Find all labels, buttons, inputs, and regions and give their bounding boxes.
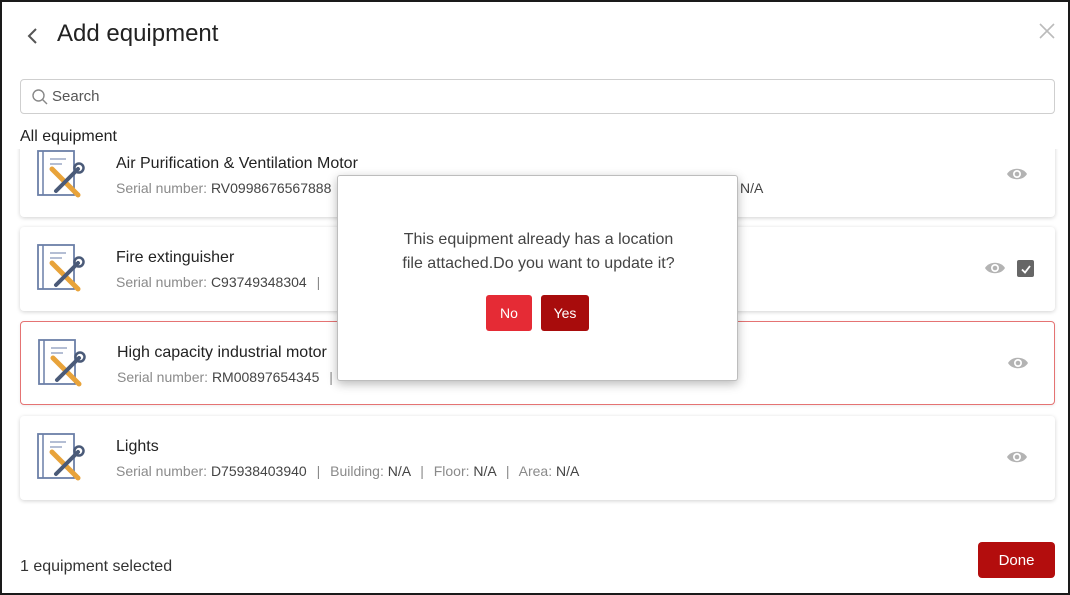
equipment-tools-icon xyxy=(34,241,86,297)
building-value: N/A xyxy=(387,463,411,479)
equipment-name: Air Purification & Ventilation Motor xyxy=(116,155,358,172)
page-title: Add equipment xyxy=(57,20,219,47)
chevron-left-icon xyxy=(27,28,37,44)
area-value: N/A xyxy=(556,463,580,479)
serial-label: Serial number: xyxy=(116,180,208,196)
eye-icon[interactable] xyxy=(984,259,1006,277)
meta-separator: | xyxy=(329,369,333,385)
close-icon xyxy=(1039,23,1055,39)
eye-icon[interactable] xyxy=(1006,165,1028,183)
eye-icon[interactable] xyxy=(1007,354,1029,372)
floor-label: Floor: xyxy=(433,463,470,479)
serial-value: RM00897654345 xyxy=(211,369,320,385)
equipment-tools-icon xyxy=(34,149,86,203)
equipment-name: Fire extinguisher xyxy=(116,249,235,266)
dialog-message: This equipment already has a location fi… xyxy=(358,228,719,276)
close-button[interactable] xyxy=(1036,20,1058,42)
yes-button[interactable]: Yes xyxy=(541,295,589,331)
meta-separator: | xyxy=(316,463,321,479)
checkbox-checked-icon xyxy=(1020,264,1031,274)
confirm-dialog: This equipment already has a location fi… xyxy=(337,175,738,381)
equipment-name: Lights xyxy=(116,438,159,455)
serial-label: Serial number: xyxy=(117,369,209,385)
equipment-card[interactable]: Lights Serial number: D75938403940 | Bui… xyxy=(20,416,1055,500)
no-button[interactable]: No xyxy=(486,295,532,331)
meta-value: N/A xyxy=(740,180,764,196)
meta-separator: | xyxy=(316,274,321,290)
meta-separator: | xyxy=(420,463,424,479)
serial-value: C93749348304 xyxy=(210,274,307,290)
done-button[interactable]: Done xyxy=(978,542,1055,578)
dialog-message-line: file attached.Do you want to update it? xyxy=(402,255,675,272)
area-label: Area: xyxy=(518,463,553,479)
equipment-name: High capacity industrial motor xyxy=(117,344,327,361)
back-button[interactable] xyxy=(22,24,42,48)
serial-value: RV0998676567888 xyxy=(210,180,332,196)
dialog-message-line: This equipment already has a location xyxy=(403,231,674,248)
add-equipment-panel: Add equipment All equipment xyxy=(0,0,1070,595)
select-checkbox[interactable] xyxy=(1017,260,1034,277)
selection-status: 1 equipment selected xyxy=(20,558,173,575)
equipment-meta-tail: N/A xyxy=(740,180,763,196)
equipment-meta: Serial number: RV0998676567888 xyxy=(116,180,331,196)
equipment-meta: Serial number: RM00897654345 | xyxy=(117,369,339,385)
meta-separator: | xyxy=(505,463,510,479)
serial-label: Serial number: xyxy=(116,274,208,290)
serial-label: Serial number: xyxy=(116,463,208,479)
search-box xyxy=(20,79,1055,114)
building-label: Building: xyxy=(330,463,384,479)
section-label: All equipment xyxy=(20,128,117,145)
eye-icon[interactable] xyxy=(1006,448,1028,466)
search-icon xyxy=(32,88,48,104)
serial-value: D75938403940 xyxy=(210,463,307,479)
floor-value: N/A xyxy=(473,463,496,479)
equipment-meta: Serial number: D75938403940 | Building: … xyxy=(116,463,579,479)
equipment-tools-icon xyxy=(34,430,86,486)
search-input[interactable] xyxy=(52,88,1024,105)
equipment-meta: Serial number: C93749348304 | xyxy=(116,274,326,290)
equipment-tools-icon xyxy=(35,336,87,392)
